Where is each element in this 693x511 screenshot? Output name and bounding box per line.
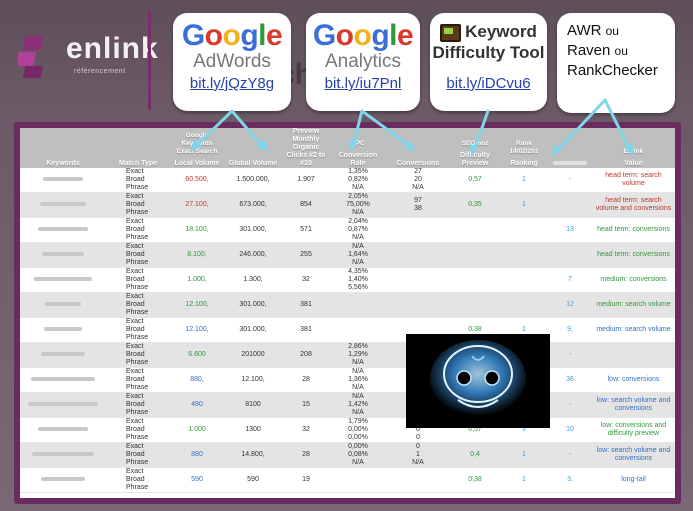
- pointer-arrows: [190, 98, 634, 157]
